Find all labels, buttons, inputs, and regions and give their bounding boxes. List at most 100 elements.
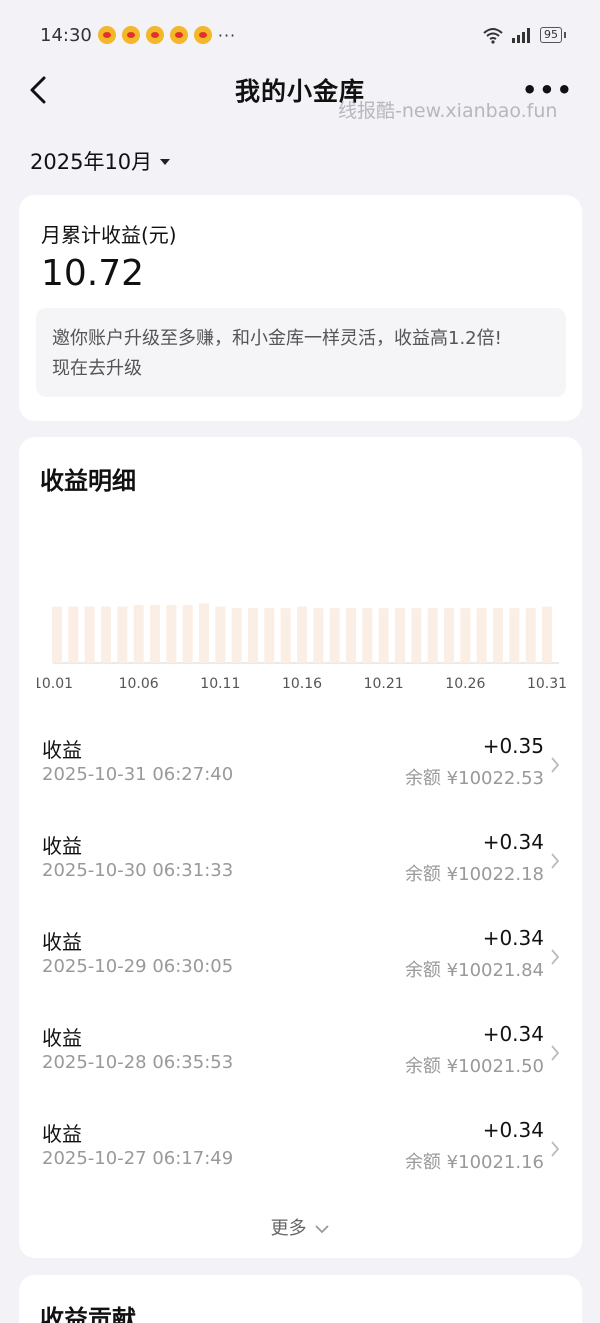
chart-bar (493, 608, 503, 663)
chart-bar (264, 608, 275, 663)
record-time: 2025-10-28 06:35:53 (42, 1052, 234, 1073)
chart-bar (395, 608, 405, 663)
record-time: 2025-10-27 06:17:49 (42, 1148, 234, 1169)
record-balance: 余额 ¥10022.53 (404, 768, 544, 789)
status-time: 14:30 (40, 24, 92, 46)
chart-bar (101, 606, 111, 663)
section-title: 收益明细 (40, 467, 136, 495)
earning-record-row[interactable]: 收益 2025-10-31 06:27:40 +0.35 余额 ¥10022.53 (19, 734, 582, 814)
chevron-right-icon (551, 757, 560, 773)
x-tick-label: 10.11 (200, 676, 240, 692)
earnings-detail-card: 收益明细 10.01 10.06 10.11 10.16 10.21 10.26 10.31… (19, 437, 582, 1258)
summary-value: 10.72 (41, 253, 145, 294)
chart-bar (346, 608, 356, 663)
chart-bar (52, 606, 62, 663)
record-amount: +0.34 (482, 830, 544, 854)
chart-bar (509, 608, 520, 663)
chart-bar (460, 608, 471, 663)
status-left: 14:30 ··· (40, 25, 236, 46)
chevron-right-icon (551, 853, 560, 869)
weibo-notification-icon (145, 26, 164, 44)
weibo-notification-icon (169, 26, 188, 44)
record-type: 收益 (42, 930, 82, 954)
earnings-chart-svg: 10.01 10.06 10.11 10.16 10.21 10.26 10.31 (37, 603, 567, 692)
record-type: 收益 (42, 1122, 82, 1146)
chart-bar (427, 608, 438, 663)
chart-bar (329, 608, 340, 663)
wifi-icon (483, 28, 503, 44)
chart-bar (68, 606, 79, 663)
record-time: 2025-10-31 06:27:40 (42, 764, 234, 785)
chart-bar (133, 604, 144, 663)
more-button-label: 更多 (270, 1218, 307, 1239)
chart-bar (542, 606, 552, 663)
chart-bar (444, 608, 454, 663)
chart-bar (411, 608, 422, 663)
chart-bar (182, 604, 193, 663)
watermark-text: 线报酷-new.xianbao.fun (338, 100, 558, 122)
weibo-notification-icon (97, 26, 116, 44)
x-tick-label: 10.21 (364, 676, 404, 692)
record-type: 收益 (42, 834, 82, 858)
record-time: 2025-10-30 06:31:33 (42, 860, 234, 881)
record-time: 2025-10-29 06:30:05 (42, 956, 234, 977)
earning-record-row[interactable]: 收益 2025-10-27 06:17:49 +0.34 余额 ¥10021.16 (19, 1118, 582, 1198)
x-tick-label: 10.01 (37, 676, 73, 692)
record-amount: +0.34 (482, 1022, 544, 1046)
chart-bar (166, 604, 177, 663)
x-tick-label: 10.06 (119, 676, 159, 692)
promo-action: 现在去升级 (52, 358, 142, 379)
chart-bar (117, 606, 128, 663)
chart-bar (84, 606, 95, 663)
earning-record-row[interactable]: 收益 2025-10-28 06:35:53 +0.34 余额 ¥10021.50 (19, 1022, 582, 1102)
chevron-right-icon (551, 1141, 560, 1157)
status-right: 95 (482, 26, 566, 44)
chevron-right-icon (551, 949, 560, 965)
chart-bar (215, 606, 226, 663)
chart-bar (313, 608, 324, 663)
record-type: 收益 (42, 1026, 82, 1050)
chart-bar (248, 608, 258, 663)
earnings-bar-chart: 10.01 10.06 10.11 10.16 10.21 10.26 10.31 (37, 577, 567, 692)
upgrade-promo-banner[interactable]: 邀你账户升级至多赚，和小金库一样灵活，收益高1.2倍! 现在去升级 (36, 308, 566, 397)
weibo-notification-icon (193, 26, 212, 44)
record-balance: 余额 ¥10021.16 (404, 1152, 544, 1173)
record-balance: 余额 ¥10021.50 (404, 1056, 544, 1077)
chart-bar (231, 608, 242, 663)
chart-bar (150, 604, 160, 663)
promo-text: 邀你账户升级至多赚，和小金库一样灵活，收益高1.2倍! (52, 328, 502, 349)
section-title: 收益贡献 (40, 1305, 136, 1323)
chart-bar (362, 608, 373, 663)
earnings-contribution-card: 收益贡献 (19, 1275, 582, 1323)
more-notifications-icon: ··· (217, 25, 237, 45)
x-tick-label: 10.31 (527, 676, 567, 692)
x-tick-label: 10.16 (282, 676, 322, 692)
chart-bar (280, 608, 291, 663)
month-selector[interactable]: 2025年10月 (30, 146, 171, 176)
x-tick-label: 10.26 (445, 676, 485, 692)
record-balance: 余额 ¥10022.18 (404, 864, 544, 885)
record-amount: +0.35 (482, 734, 544, 758)
month-selector-label: 2025年10月 (30, 150, 153, 174)
earning-record-row[interactable]: 收益 2025-10-29 06:30:05 +0.34 余额 ¥10021.84 (19, 926, 582, 1006)
battery-indicator: 95 (540, 27, 566, 43)
chart-bar (378, 608, 389, 663)
record-amount: +0.34 (482, 926, 544, 950)
more-button[interactable]: 更多 (19, 1214, 582, 1240)
chevron-down-icon (315, 1225, 329, 1234)
chart-bar (476, 608, 487, 663)
earning-record-row[interactable]: 收益 2025-10-30 06:31:33 +0.34 余额 ¥10022.18 (19, 830, 582, 910)
record-balance: 余额 ¥10021.84 (404, 960, 544, 981)
weibo-notification-icon (121, 26, 140, 44)
chart-bar (525, 608, 536, 663)
chevron-right-icon (551, 1045, 560, 1061)
record-amount: +0.34 (482, 1118, 544, 1142)
back-arrow-icon[interactable] (24, 72, 54, 108)
summary-label: 月累计收益(元) (41, 223, 177, 247)
chart-bar (297, 606, 307, 663)
caret-down-icon (160, 159, 171, 165)
chart-bar (199, 603, 209, 663)
record-type: 收益 (42, 738, 82, 762)
summary-card: 月累计收益(元) 10.72 邀你账户升级至多赚，和小金库一样灵活，收益高1.2… (19, 195, 582, 421)
signal-icon (512, 28, 530, 43)
